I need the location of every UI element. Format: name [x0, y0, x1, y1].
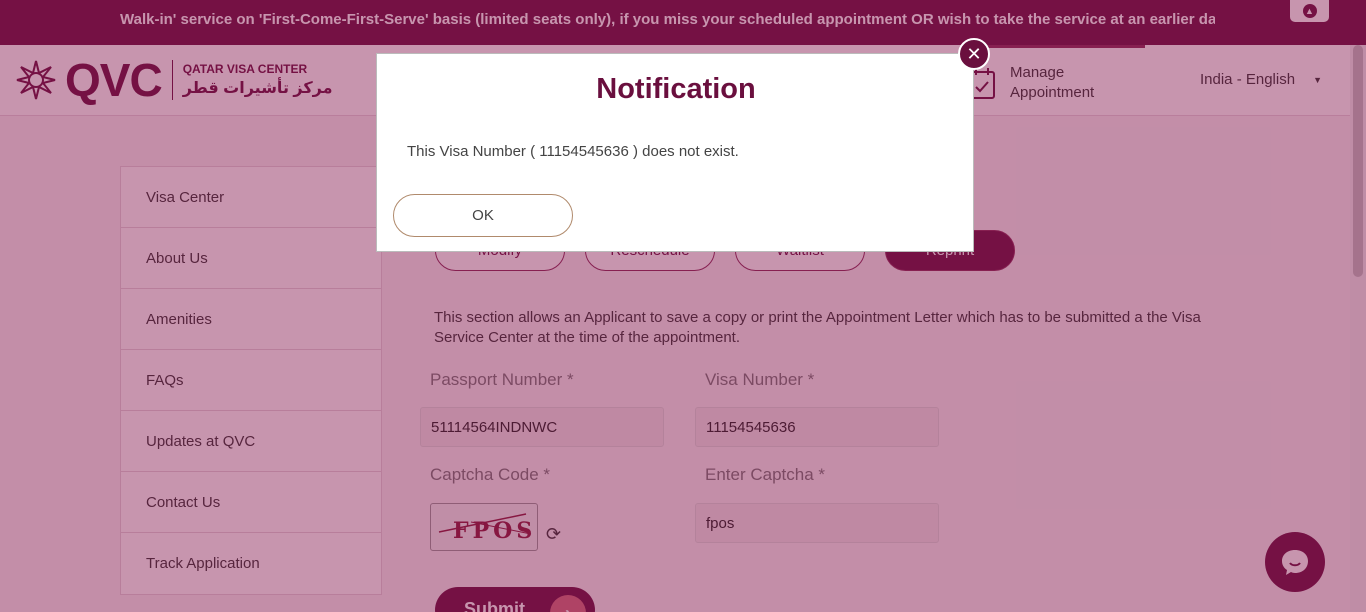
ok-button[interactable]: OK [393, 194, 573, 237]
close-icon[interactable]: ✕ [958, 38, 990, 70]
dialog-message: This Visa Number ( 11154545636 ) does no… [407, 143, 739, 160]
dialog-title: Notification [596, 73, 756, 105]
notification-dialog: Notification This Visa Number ( 11154545… [376, 53, 974, 252]
